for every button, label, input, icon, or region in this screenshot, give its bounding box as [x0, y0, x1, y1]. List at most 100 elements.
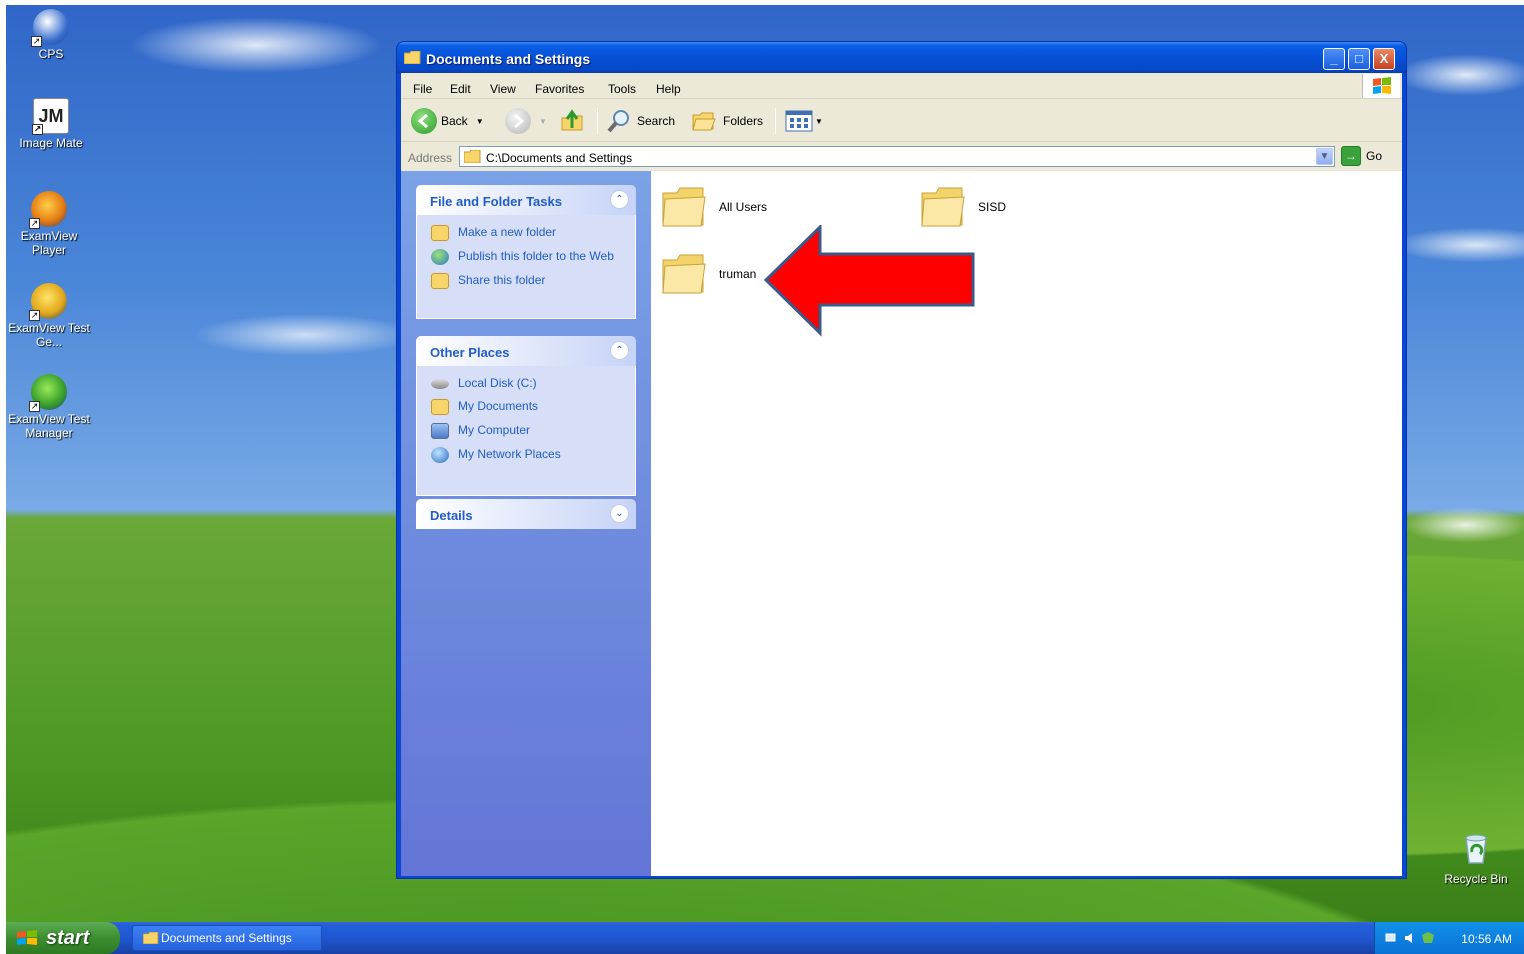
- explorer-window: Documents and Settings _ □ X File Edit V…: [396, 41, 1407, 879]
- task-make-new-folder[interactable]: Make a new folder: [431, 225, 625, 241]
- desktop-icon-label: Image Mate: [19, 136, 83, 150]
- hard-disk-icon: [431, 379, 449, 389]
- menu-favorites[interactable]: Favorites: [535, 82, 584, 96]
- desktop-icon-recycle-bin[interactable]: Recycle Bin: [1436, 832, 1516, 886]
- clock[interactable]: 10:56 AM: [1461, 932, 1512, 946]
- expand-icon[interactable]: ⌄: [610, 504, 629, 523]
- start-button[interactable]: start: [6, 922, 120, 954]
- folder-label: All Users: [719, 200, 768, 214]
- panel-body: Make a new folder Publish this folder to…: [416, 215, 636, 319]
- start-label: start: [46, 926, 90, 949]
- folder-label: truman: [719, 267, 757, 281]
- details-panel: Details ⌄: [416, 499, 636, 529]
- folder-sisd[interactable]: SISD: [920, 185, 1006, 229]
- task-label: Make a new folder: [458, 225, 557, 239]
- recycle-bin-icon: [1465, 834, 1487, 864]
- panel-title: Other Places: [430, 345, 510, 360]
- folder-label: SISD: [978, 200, 1007, 214]
- file-folder-tasks-header[interactable]: File and Folder Tasks ⌃: [416, 185, 636, 215]
- folder-icon: [921, 187, 965, 227]
- details-header[interactable]: Details ⌄: [416, 499, 636, 529]
- folder-icon: [143, 932, 159, 944]
- menu-edit[interactable]: Edit: [450, 82, 471, 96]
- examview-test-generator-icon: ↗: [29, 283, 67, 321]
- system-tray: 10:56 AM: [1374, 922, 1524, 954]
- views-icon: [785, 110, 813, 132]
- folder-icon: [404, 51, 421, 64]
- panel-body: Local Disk (C:) My Documents My Computer…: [416, 366, 636, 496]
- views-button[interactable]: ▼: [785, 100, 823, 142]
- folder-icon: [662, 254, 706, 294]
- minimize-button[interactable]: _: [1323, 48, 1345, 70]
- toolbar: Back ▼ ▼ Search Folders ▼: [401, 100, 1402, 142]
- forward-button[interactable]: ▼: [505, 100, 547, 142]
- menu-tools[interactable]: Tools: [608, 82, 636, 96]
- place-my-computer[interactable]: My Computer: [431, 423, 625, 439]
- collapse-icon[interactable]: ⌃: [610, 190, 629, 209]
- place-label: My Documents: [458, 399, 539, 413]
- search-icon: [607, 110, 629, 133]
- desktop-icon-label: CPS: [38, 47, 64, 61]
- volume-tray-icon[interactable]: [1403, 931, 1417, 945]
- folders-label: Folders: [723, 114, 764, 128]
- new-folder-icon: [431, 225, 449, 241]
- address-field[interactable]: C:\Documents and Settings ▼: [459, 146, 1335, 167]
- taskbar-item-documents-and-settings[interactable]: Documents and Settings: [132, 925, 322, 951]
- forward-arrow-icon: [505, 108, 531, 134]
- address-dropdown-button[interactable]: ▼: [1316, 148, 1333, 165]
- up-folder-button[interactable]: [559, 100, 585, 142]
- folders-button[interactable]: Folders: [691, 100, 763, 142]
- menu-view[interactable]: View: [490, 82, 516, 96]
- desktop-icon-examview-test-manager[interactable]: ↗ ExamView Test Manager: [6, 374, 94, 440]
- other-places-panel: Other Places ⌃ Local Disk (C:) My Docume…: [416, 336, 636, 496]
- close-button[interactable]: X: [1373, 48, 1395, 70]
- network-tray-icon[interactable]: [1385, 931, 1399, 945]
- search-button[interactable]: Search: [605, 100, 675, 142]
- task-share-folder[interactable]: Share this folder: [431, 273, 625, 289]
- place-my-documents[interactable]: My Documents: [431, 399, 625, 415]
- collapse-icon[interactable]: ⌃: [610, 341, 629, 360]
- cps-icon: ↗: [31, 9, 69, 47]
- examview-test-manager-icon: ↗: [29, 374, 67, 412]
- other-places-header[interactable]: Other Places ⌃: [416, 336, 636, 366]
- go-arrow-icon: →: [1341, 146, 1361, 166]
- maximize-icon: □: [1355, 51, 1363, 66]
- folder-truman[interactable]: truman: [661, 252, 756, 296]
- task-label: Share this folder: [458, 273, 546, 287]
- menu-file[interactable]: File: [413, 82, 432, 96]
- desktop-icon-image-mate[interactable]: JM ↗ Image Mate: [6, 98, 96, 150]
- desktop-icon-examview-player[interactable]: ↗ ExamView Player: [6, 191, 94, 257]
- taskbar: start Documents and Settings 10:56 AM: [6, 922, 1524, 954]
- close-icon: X: [1379, 51, 1389, 66]
- desktop-icon-cps[interactable]: ↗ CPS: [6, 9, 96, 61]
- panel-title: Details: [430, 508, 473, 523]
- back-button[interactable]: Back ▼: [411, 100, 484, 142]
- task-publish-folder[interactable]: Publish this folder to the Web: [431, 249, 625, 265]
- folders-icon: [692, 112, 716, 131]
- recycle-bin-label: Recycle Bin: [1444, 872, 1508, 886]
- folder-icon: [662, 187, 706, 227]
- desktop-icon-label: ExamView Test Ge...: [8, 321, 90, 349]
- security-tray-icon[interactable]: [1421, 931, 1435, 945]
- chevron-down-icon: ▼: [1319, 151, 1330, 162]
- desktop-icon-examview-test-generator[interactable]: ↗ ExamView Test Ge...: [6, 283, 94, 349]
- task-label: Publish this folder to the Web: [458, 249, 614, 263]
- desktop-icon-label: ExamView Test Manager: [8, 412, 90, 440]
- my-computer-icon: [431, 423, 449, 439]
- maximize-button[interactable]: □: [1348, 48, 1370, 70]
- go-button[interactable]: → Go: [1341, 146, 1382, 166]
- place-local-disk[interactable]: Local Disk (C:): [431, 376, 625, 391]
- network-places-icon: [431, 447, 449, 463]
- windows-flag-icon: [17, 930, 37, 945]
- menu-help[interactable]: Help: [656, 82, 681, 96]
- panel-title: File and Folder Tasks: [430, 194, 562, 209]
- chevron-down-icon: ▼: [539, 116, 547, 126]
- window-client: File Edit View Favorites Tools Help Back…: [401, 73, 1402, 876]
- search-label: Search: [637, 114, 676, 128]
- image-mate-icon: JM ↗: [32, 98, 69, 135]
- share-folder-icon: [431, 273, 449, 289]
- place-my-network-places[interactable]: My Network Places: [431, 447, 625, 463]
- title-bar[interactable]: Documents and Settings _ □ X: [397, 42, 1406, 73]
- menu-bar: File Edit View Favorites Tools Help: [401, 73, 1402, 99]
- folder-all-users[interactable]: All Users: [661, 185, 767, 229]
